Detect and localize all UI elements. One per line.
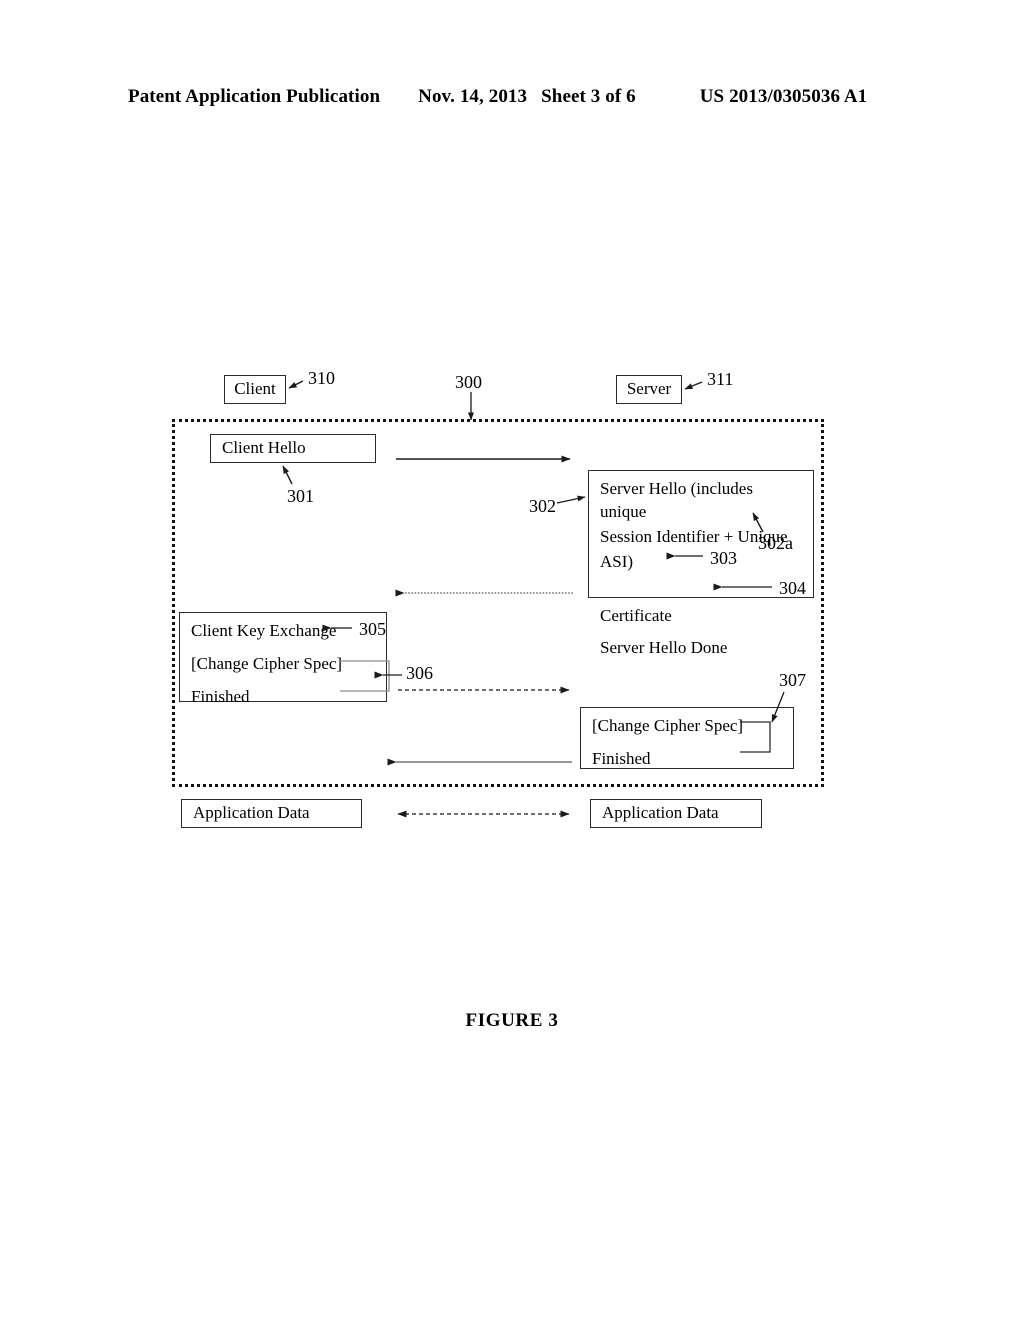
- finished-server-label: Finished: [592, 748, 651, 768]
- change-cipher-spec-server-label: [Change Cipher Spec]: [592, 716, 744, 735]
- ref-311: 311: [707, 369, 734, 389]
- ref-304: 304: [779, 578, 806, 598]
- server-hello-done-label: Server Hello Done: [600, 637, 728, 657]
- client-key-exchange-box: Client Key Exchange [Change Cipher Spec]…: [179, 612, 387, 706]
- server-hello-label-line3: ASI): [600, 551, 634, 571]
- figure-3-diagram: Client Server Client Hello Server Hello …: [0, 0, 1024, 1320]
- server-endpoint-label: Server: [626, 379, 672, 399]
- ref-300: 300: [455, 372, 482, 392]
- client-hello-label: Client Hello: [222, 438, 306, 458]
- client-endpoint-box: Client: [224, 375, 286, 404]
- ref-302a: 302a: [758, 533, 793, 553]
- server-cipher-spec-box: [Change Cipher Spec] Finished: [580, 707, 794, 769]
- application-data-client-box: Application Data: [181, 799, 362, 828]
- application-data-server-box: Application Data: [590, 799, 762, 828]
- leader-310: [288, 380, 304, 389]
- ref-306: 306: [406, 663, 433, 683]
- finished-client-label: Finished: [191, 686, 250, 706]
- ref-310: 310: [308, 368, 335, 388]
- client-key-exchange-label: Client Key Exchange: [191, 621, 337, 640]
- ref-302: 302: [529, 496, 556, 516]
- application-data-client-label: Application Data: [193, 803, 310, 823]
- client-hello-box: Client Hello: [210, 434, 376, 463]
- figure-caption: FIGURE 3: [465, 1010, 559, 1031]
- server-endpoint-box: Server: [616, 375, 682, 404]
- leader-311: [684, 381, 703, 390]
- change-cipher-spec-client-label: [Change Cipher Spec]: [191, 653, 343, 673]
- ref-301: 301: [287, 486, 314, 506]
- application-data-server-label: Application Data: [602, 803, 719, 823]
- client-endpoint-label: Client: [234, 379, 276, 399]
- ref-305: 305: [359, 619, 386, 639]
- ref-307: 307: [779, 670, 806, 690]
- server-hello-label-line1: Server Hello (includes unique: [600, 479, 753, 521]
- ref-303: 303: [710, 548, 737, 568]
- certificate-label: Certificate: [600, 605, 672, 625]
